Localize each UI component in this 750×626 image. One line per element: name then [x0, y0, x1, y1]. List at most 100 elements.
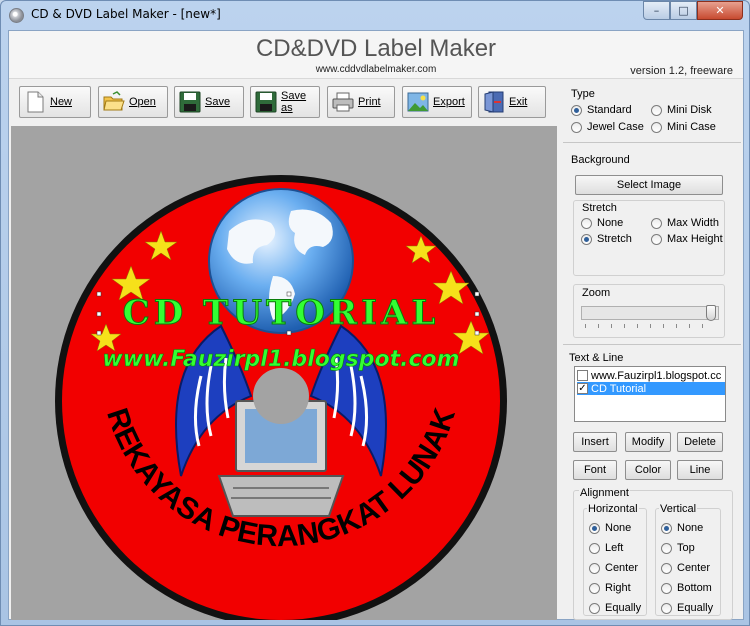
exit-button-label: Exit: [509, 96, 528, 108]
radio-label: Mini Case: [667, 121, 716, 133]
save-button[interactable]: Save: [174, 86, 244, 118]
zoom-slider-ticks: [585, 324, 715, 328]
type-group-title: Type: [571, 88, 595, 100]
exit-door-icon: [483, 91, 505, 113]
zoom-slider[interactable]: [581, 305, 719, 321]
save-button-label: Save: [205, 96, 231, 108]
radio-label: None: [677, 522, 704, 534]
horizontal-center-radio[interactable]: Center: [589, 562, 638, 574]
radio-dot: [581, 217, 592, 229]
horizontal-none-radio[interactable]: None: [589, 522, 631, 534]
app-header: CD&DVD Label Maker www.cddvdlabelmaker.c…: [9, 31, 743, 79]
disc-app-icon[interactable]: [9, 8, 24, 23]
window-controls: – □ ✕: [643, 1, 743, 20]
window-title: CD & DVD Label Maker - [new*]: [31, 7, 221, 21]
floppy-disk-icon: [179, 91, 201, 113]
close-button[interactable]: ✕: [697, 1, 743, 20]
radio-label: Max Width: [667, 217, 719, 229]
list-item-label: www.Fauzirpl1.blogspot.cc: [591, 369, 722, 382]
image-export-icon: [407, 91, 429, 113]
list-item[interactable]: www.Fauzirpl1.blogspot.cc: [577, 369, 725, 382]
horizontal-equally-radio[interactable]: Equally: [589, 602, 641, 614]
line-button[interactable]: Line: [677, 460, 723, 480]
vertical-center-radio[interactable]: Center: [661, 562, 710, 574]
background-group-title: Background: [571, 154, 630, 166]
disc-center-hole: [253, 368, 309, 424]
settings-panel: Type Standard Mini Disk Jewel Case Mini …: [559, 80, 743, 620]
radio-label: None: [597, 217, 624, 229]
app-window: CD & DVD Label Maker - [new*] – □ ✕ CD&D…: [0, 0, 750, 626]
radio-dot: [571, 121, 582, 133]
radio-label: Top: [677, 542, 695, 554]
export-button-label: Export: [433, 96, 465, 108]
modify-button[interactable]: Modify: [625, 432, 671, 452]
list-item-label: CD Tutorial: [591, 382, 647, 395]
vertical-equally-radio[interactable]: Equally: [661, 602, 713, 614]
radio-label: Standard: [587, 104, 632, 116]
open-folder-icon: [103, 91, 125, 113]
list-item-checkbox[interactable]: [577, 370, 588, 381]
divider: [563, 344, 741, 345]
radio-dot: [661, 522, 672, 534]
radio-dot: [589, 522, 600, 534]
print-button-label: Print: [358, 96, 381, 108]
radio-label: Equally: [677, 602, 714, 614]
color-button[interactable]: Color: [625, 460, 671, 480]
save-as-button[interactable]: Save as: [250, 86, 320, 118]
text-line-list[interactable]: www.Fauzirpl1.blogspot.cc ✓ CD Tutorial: [574, 366, 726, 422]
open-button[interactable]: Open: [98, 86, 168, 118]
radio-label: Center: [605, 562, 639, 574]
stretch-none-radio[interactable]: None: [581, 217, 623, 229]
radio-dot: [651, 233, 662, 245]
disc-text-line1[interactable]: CD TUTORIAL: [122, 293, 440, 334]
save-as-button-label: Save as: [281, 90, 307, 114]
type-jewel-case-radio[interactable]: Jewel Case: [571, 121, 644, 133]
list-item[interactable]: ✓ CD Tutorial: [577, 382, 725, 395]
list-item-checkbox[interactable]: ✓: [577, 383, 588, 394]
vertical-bottom-radio[interactable]: Bottom: [661, 582, 712, 594]
font-button[interactable]: Font: [573, 460, 617, 480]
print-button[interactable]: Print: [327, 86, 395, 118]
type-mini-case-radio[interactable]: Mini Case: [651, 121, 716, 133]
radio-label: Max Height: [667, 233, 723, 245]
maximize-button[interactable]: □: [670, 1, 697, 20]
label-canvas[interactable]: CD TUTORIAL www.Fauzirpl1.blogspot.com R…: [11, 126, 557, 620]
stretch-max-width-radio[interactable]: Max Width: [651, 217, 719, 229]
insert-button[interactable]: Insert: [573, 432, 617, 452]
type-mini-disk-radio[interactable]: Mini Disk: [651, 104, 712, 116]
disc-text-line2[interactable]: www.Fauzirpl1.blogspot.com: [102, 347, 460, 373]
radio-label: Mini Disk: [667, 104, 712, 116]
vertical-top-radio[interactable]: Top: [661, 542, 695, 554]
text-line-group-title: Text & Line: [569, 352, 624, 364]
radio-dot: [589, 602, 600, 614]
radio-dot: [571, 104, 582, 116]
stretch-max-height-radio[interactable]: Max Height: [651, 233, 723, 245]
radio-label: Left: [605, 542, 624, 554]
new-button[interactable]: New: [19, 86, 91, 118]
radio-dot: [651, 217, 662, 229]
title-bar[interactable]: CD & DVD Label Maker - [new*] – □ ✕: [1, 1, 749, 29]
app-title: CD&DVD Label Maker: [255, 35, 497, 62]
new-button-label: New: [50, 96, 73, 108]
radio-label: Jewel Case: [587, 121, 644, 133]
stretch-stretch-radio[interactable]: Stretch: [581, 233, 632, 245]
radio-label: Equally: [605, 602, 642, 614]
zoom-slider-thumb[interactable]: [706, 305, 716, 321]
delete-button[interactable]: Delete: [677, 432, 723, 452]
disc-preview[interactable]: CD TUTORIAL www.Fauzirpl1.blogspot.com R…: [11, 126, 557, 620]
vertical-none-radio[interactable]: None: [661, 522, 703, 534]
radio-label: Right: [605, 582, 631, 594]
select-image-button[interactable]: Select Image: [575, 175, 723, 195]
horizontal-left-radio[interactable]: Left: [589, 542, 623, 554]
radio-dot: [661, 602, 672, 614]
minimize-button[interactable]: –: [643, 1, 670, 20]
radio-dot: [589, 582, 600, 594]
radio-dot: [589, 542, 600, 554]
export-button[interactable]: Export: [402, 86, 472, 118]
type-standard-radio[interactable]: Standard: [571, 104, 632, 116]
new-document-icon: [24, 91, 46, 113]
horizontal-right-radio[interactable]: Right: [589, 582, 631, 594]
radio-label: Stretch: [597, 233, 632, 245]
exit-button[interactable]: Exit: [478, 86, 546, 118]
radio-dot: [651, 104, 662, 116]
